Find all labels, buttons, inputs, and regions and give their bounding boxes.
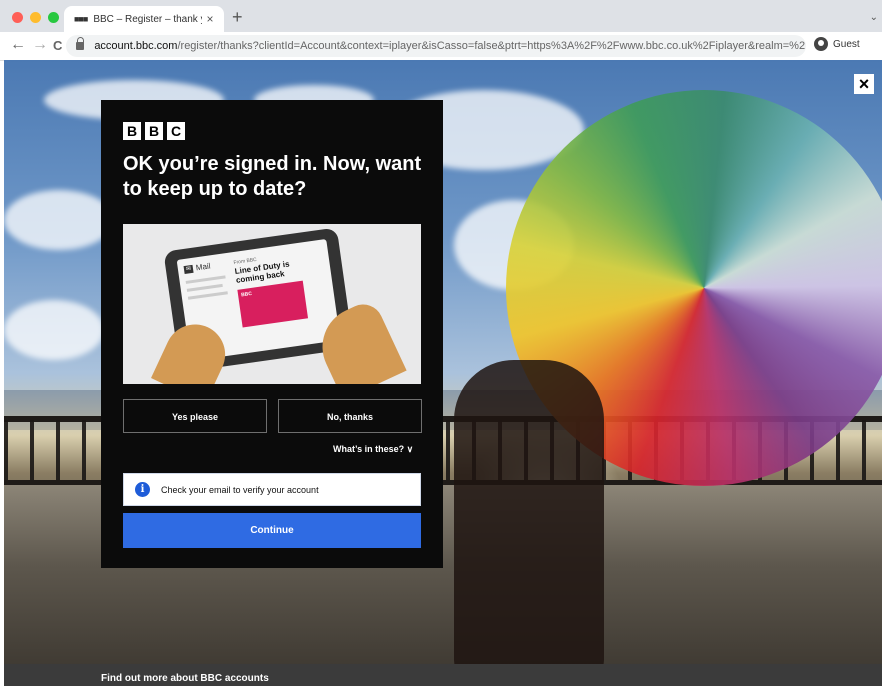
bbc-favicon-icon: ■■■ [74, 14, 88, 24]
new-tab-button[interactable]: + [232, 7, 243, 28]
signed-in-dialog: B B C OK you’re signed in. Now, want to … [101, 100, 443, 568]
profile-label: Guest [833, 38, 860, 50]
url-path: /register/thanks?clientId=Account&contex… [177, 40, 806, 52]
tab-title: BBC – Register – thank you [93, 13, 202, 25]
browser-tab[interactable]: ■■■ BBC – Register – thank you × [64, 6, 224, 32]
page-background: × B B C OK you’re signed in. Now, want t… [4, 60, 882, 686]
window-controls [12, 12, 59, 23]
verify-email-notice: i Check your email to verify your accoun… [123, 473, 421, 506]
url-text[interactable]: account.bbc.com/register/thanks?clientId… [94, 40, 806, 52]
forward-button[interactable]: → [32, 36, 48, 54]
cloud [4, 190, 114, 250]
logo-letter-b1: B [123, 122, 141, 140]
close-overlay-button[interactable]: × [854, 74, 874, 94]
url-domain: account.bbc.com [94, 40, 178, 52]
cloud [4, 300, 104, 360]
bbc-logo: B B C [123, 122, 185, 140]
logo-letter-b2: B [145, 122, 163, 140]
bbc-accounts-link[interactable]: Find out more about BBC accounts [101, 673, 269, 684]
profile-avatar-icon [814, 37, 828, 51]
tab-search-chevron-icon[interactable]: ⌄ [870, 12, 878, 23]
profile-button[interactable]: Guest [814, 37, 860, 51]
close-window-dot[interactable] [12, 12, 23, 23]
person-silhouette-image [454, 360, 604, 680]
logo-letter-c: C [167, 122, 185, 140]
mail-icon: ✉ [183, 264, 194, 274]
mail-list-line [187, 291, 228, 300]
minimize-window-dot[interactable] [30, 12, 41, 23]
back-button[interactable]: ← [10, 36, 26, 54]
continue-button[interactable]: Continue [123, 513, 421, 548]
info-icon: i [135, 482, 150, 497]
notice-text: Check your email to verify your account [161, 484, 319, 495]
yes-please-button[interactable]: Yes please [123, 399, 267, 433]
address-bar-row: ← → C account.bbc.com/register/thanks?cl… [0, 32, 882, 61]
no-thanks-button[interactable]: No, thanks [278, 399, 422, 433]
mail-list-line [186, 283, 223, 292]
lock-icon[interactable] [76, 37, 85, 50]
whats-in-these-toggle[interactable]: What’s in these? ∨ [333, 444, 413, 455]
maximize-window-dot[interactable] [48, 12, 59, 23]
dialog-heading: OK you’re signed in. Now, want to keep u… [123, 153, 422, 200]
page-footer: Find out more about BBC accounts [4, 664, 882, 686]
browser-tab-bar: ■■■ BBC – Register – thank you × + ⌄ [0, 0, 882, 32]
tablet-email-illustration: ✉ Mail From BBC Line of Duty is coming b… [123, 224, 421, 384]
reload-button[interactable]: C [53, 38, 62, 53]
email-image: BBC [237, 280, 309, 328]
mail-label: Mail [195, 261, 212, 273]
tab-close-icon[interactable]: × [202, 12, 218, 26]
omnibox[interactable]: account.bbc.com/register/thanks?clientId… [66, 35, 806, 57]
email-image-badge: BBC [240, 290, 253, 299]
mail-header: ✉ Mail [183, 261, 211, 274]
mail-list-line [185, 275, 226, 284]
